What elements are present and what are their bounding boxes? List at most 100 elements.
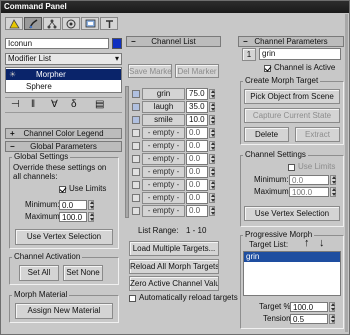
- channel-row[interactable]: grin 75.0: [132, 88, 217, 100]
- reload-all-morph-targets-button[interactable]: Reload All Morph Targets: [129, 259, 219, 274]
- channel-name-button[interactable]: - empty -: [142, 140, 185, 152]
- channel-row[interactable]: - empty -0.0: [132, 140, 217, 152]
- channel-minimum-input[interactable]: 0.0: [289, 175, 329, 185]
- delete-button[interactable]: Delete: [244, 127, 289, 142]
- channel-value-input[interactable]: 0.0: [186, 140, 208, 152]
- channel-maximum-input[interactable]: 100.0: [289, 187, 329, 197]
- channel-value-spinner[interactable]: [209, 206, 215, 216]
- channel-value-spinner[interactable]: [209, 193, 215, 203]
- stack-item-morpher[interactable]: ☀ Morpher: [6, 69, 121, 80]
- stack-item-sphere[interactable]: Sphere: [6, 81, 121, 92]
- channel-name-button[interactable]: laugh: [142, 101, 185, 113]
- channel-name-button[interactable]: - empty -: [142, 205, 185, 217]
- target-list-box[interactable]: grin: [243, 251, 341, 296]
- channel-value-input[interactable]: 10.0: [186, 114, 208, 126]
- target-list-item[interactable]: grin: [244, 252, 340, 262]
- pin-stack-icon[interactable]: ⊣: [11, 99, 20, 110]
- configure-modifier-sets-icon[interactable]: ▤: [95, 99, 104, 110]
- maximum-spinner[interactable]: [88, 212, 94, 222]
- channel-name-field[interactable]: grin: [259, 48, 341, 60]
- channel-value-input[interactable]: 0.0: [186, 192, 208, 204]
- move-down-icon[interactable]: ↓: [319, 238, 325, 249]
- channel-value-input[interactable]: 0.0: [186, 153, 208, 165]
- channel-name-button[interactable]: smile: [142, 114, 185, 126]
- channel-list-scrollbar[interactable]: [125, 86, 129, 218]
- channel-use-limits-checkbox[interactable]: [288, 164, 295, 171]
- minimum-input[interactable]: 0.0: [59, 200, 87, 210]
- channel-value-spinner[interactable]: [209, 180, 215, 190]
- channel-value-input[interactable]: 75.0: [186, 88, 208, 100]
- set-none-button[interactable]: Set None: [63, 265, 103, 281]
- channel-name-button[interactable]: - empty -: [142, 192, 185, 204]
- maximum-input[interactable]: 100.0: [59, 212, 87, 222]
- channel-color-legend-rollout[interactable]: + Channel Color Legend: [5, 128, 122, 139]
- channel-value-input[interactable]: 0.0: [186, 166, 208, 178]
- channel-row[interactable]: - empty -0.0: [132, 127, 217, 139]
- channel-row[interactable]: - empty -0.0: [132, 205, 217, 217]
- del-marker-button[interactable]: Del Marker: [175, 64, 219, 78]
- channel-list-rollout[interactable]: − Channel List: [126, 36, 221, 47]
- set-all-button[interactable]: Set All: [19, 265, 59, 281]
- load-multiple-targets-button[interactable]: Load Multiple Targets...: [129, 241, 219, 256]
- channel-is-active-checkbox[interactable]: [264, 65, 271, 72]
- tension-label: Tension:: [263, 314, 293, 323]
- automatically-reload-targets-checkbox[interactable]: [129, 295, 136, 302]
- make-unique-icon[interactable]: ∀: [51, 99, 58, 110]
- object-name-field[interactable]: Iconun: [5, 38, 109, 49]
- hierarchy-tab-icon[interactable]: [43, 17, 61, 30]
- use-limits-checkbox[interactable]: [59, 186, 66, 193]
- channel-name-button[interactable]: grin: [142, 88, 185, 100]
- channel-value-spinner[interactable]: [209, 154, 215, 164]
- channel-row[interactable]: laugh 35.0: [132, 101, 217, 113]
- channel-row[interactable]: smile 10.0: [132, 114, 217, 126]
- object-color-swatch[interactable]: [112, 38, 122, 49]
- pick-object-from-scene-button[interactable]: Pick Object from Scene: [244, 89, 340, 104]
- motion-tab-icon[interactable]: [62, 17, 80, 30]
- remove-modifier-icon[interactable]: δ: [71, 99, 77, 110]
- channel-value-spinner[interactable]: [209, 128, 215, 138]
- channel-value-input[interactable]: 0.0: [186, 205, 208, 217]
- channel-row[interactable]: - empty -0.0: [132, 179, 217, 191]
- target-pct-input[interactable]: 100.0: [290, 302, 328, 312]
- tension-spinner[interactable]: [329, 314, 335, 324]
- tension-input[interactable]: 0.5: [290, 314, 328, 324]
- channel-value-spinner[interactable]: [209, 89, 215, 99]
- channel-name-button[interactable]: - empty -: [142, 179, 185, 191]
- minimum-spinner[interactable]: [88, 200, 94, 210]
- capture-current-state-button[interactable]: Capture Current State: [244, 108, 340, 123]
- channel-value-spinner[interactable]: [209, 141, 215, 151]
- move-up-icon[interactable]: ↑: [304, 238, 310, 249]
- channel-number-button[interactable]: 1: [242, 48, 256, 61]
- global-parameters-rollout[interactable]: − Global Parameters: [5, 141, 122, 152]
- target-pct-spinner[interactable]: [329, 302, 335, 312]
- use-vertex-selection-button[interactable]: Use Vertex Selection: [15, 229, 113, 245]
- utilities-tab-icon[interactable]: [100, 17, 118, 30]
- panel-scrollbar[interactable]: [345, 14, 348, 332]
- channel-row[interactable]: - empty -0.0: [132, 153, 217, 165]
- channel-value-input[interactable]: 0.0: [186, 179, 208, 191]
- display-tab-icon[interactable]: [81, 17, 99, 30]
- assign-new-material-button[interactable]: Assign New Material: [15, 303, 113, 319]
- channel-name-button[interactable]: - empty -: [142, 153, 185, 165]
- save-marker-button[interactable]: Save Marker: [128, 64, 172, 78]
- channel-row[interactable]: - empty -0.0: [132, 166, 217, 178]
- channel-value-spinner[interactable]: [209, 115, 215, 125]
- channel-value-spinner[interactable]: [209, 102, 215, 112]
- channel-parameters-rollout[interactable]: − Channel Parameters: [238, 36, 344, 47]
- zero-active-channel-values-button[interactable]: Zero Active Channel Values: [129, 276, 219, 291]
- channel-value-spinner[interactable]: [209, 167, 215, 177]
- create-tab-icon[interactable]: [5, 17, 23, 30]
- channel-name-button[interactable]: - empty -: [142, 166, 185, 178]
- channel-name-button[interactable]: - empty -: [142, 127, 185, 139]
- channel-maximum-spinner[interactable]: [330, 187, 336, 197]
- modifier-list-dropdown[interactable]: Modifier List ▾: [5, 53, 122, 65]
- extract-button[interactable]: Extract: [295, 127, 340, 142]
- modify-tab-icon[interactable]: [24, 17, 42, 30]
- channel-value-input[interactable]: 35.0: [186, 101, 208, 113]
- light-bulb-icon[interactable]: ☀: [9, 69, 16, 80]
- channel-value-input[interactable]: 0.0: [186, 127, 208, 139]
- channel-row[interactable]: - empty -0.0: [132, 192, 217, 204]
- channel-minimum-spinner[interactable]: [330, 175, 336, 185]
- show-end-result-icon[interactable]: ‖: [31, 99, 35, 110]
- channel-use-vertex-selection-button[interactable]: Use Vertex Selection: [244, 206, 340, 221]
